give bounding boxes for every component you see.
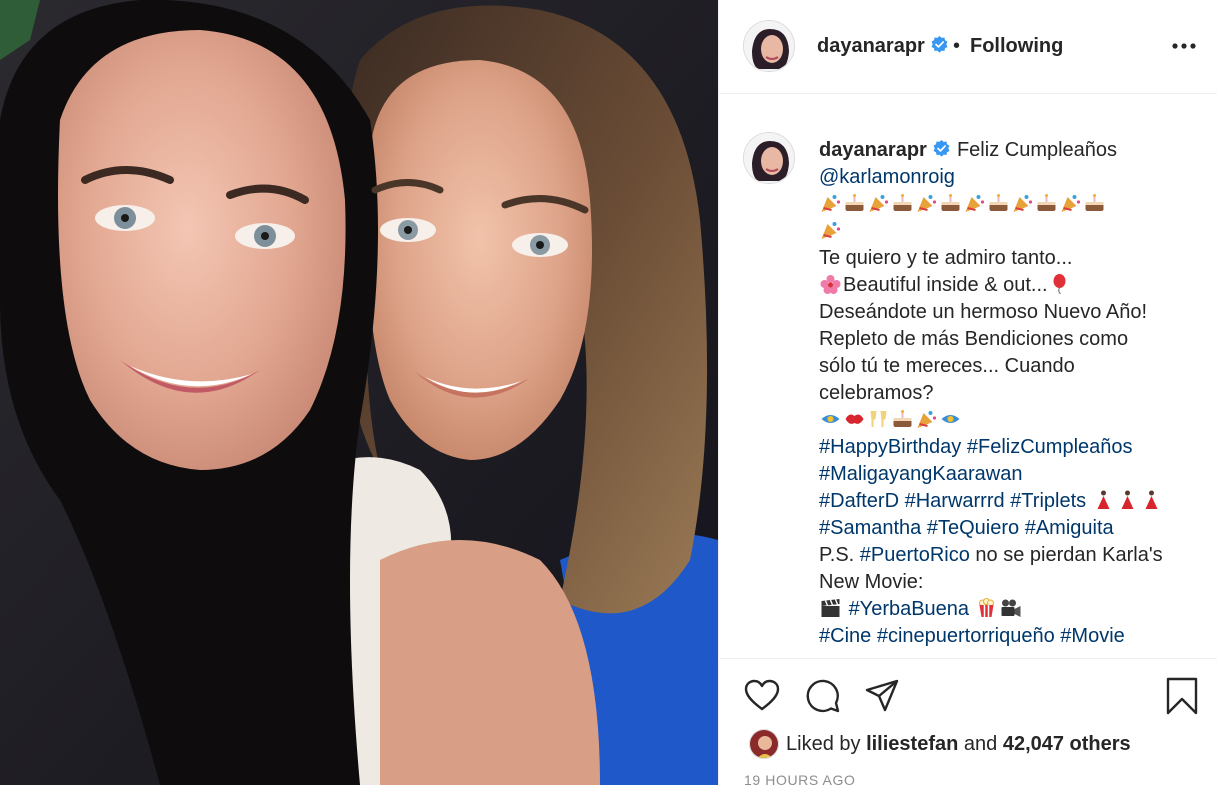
hibiscus-icon	[820, 275, 841, 294]
likes-others-count[interactable]: 42,047 others	[1003, 733, 1131, 755]
caption-line-movie: New Movie:	[819, 571, 924, 593]
dancer-icon	[1097, 490, 1110, 509]
likes-summary: Liked by liliestefan and 42,047 others	[786, 733, 1131, 756]
caption-line-new-year: Deseándote un hermoso Nuevo Año!	[819, 301, 1147, 323]
dancer-icon	[1145, 490, 1158, 509]
caption-line-admire: Te quiero y te admiro tanto...	[819, 247, 1073, 269]
birthday-cake-icon	[989, 194, 1008, 211]
party-popper-icon	[965, 195, 985, 212]
emoji-row-party-cake	[819, 193, 1107, 242]
confetti-ball-icon	[941, 415, 960, 423]
hashtag-tequiero[interactable]: #TeQuiero	[927, 517, 1019, 539]
hashtag-amiguita[interactable]: #Amiguita	[1025, 517, 1114, 539]
hashtag-happybirthday[interactable]: #HappyBirthday	[819, 436, 961, 458]
birthday-cake-icon	[941, 194, 960, 211]
caption-line-celebrate: celebramos?	[819, 382, 934, 404]
caption-area: dayanarapr Feliz Cumpleaños @karlamonroi…	[719, 95, 1217, 657]
caption-line-blessings: Repleto de más Bendiciones como	[819, 328, 1129, 350]
caption-author-avatar[interactable]	[743, 132, 795, 184]
balloon-icon	[1053, 274, 1066, 294]
caption-line-beautiful: Beautiful inside & out...	[843, 274, 1048, 296]
party-popper-icon	[821, 195, 841, 212]
header-separator-dot: •	[953, 35, 961, 57]
birthday-cake-icon	[845, 194, 864, 211]
confetti-ball-icon	[821, 415, 840, 423]
liker-username[interactable]: liliestefan	[866, 733, 958, 755]
party-popper-icon	[917, 195, 937, 212]
selfie-photo-image	[0, 0, 718, 785]
hashtag-harwarrrd[interactable]: #Harwarrrd	[905, 490, 1005, 512]
hashtag-cine[interactable]: #Cine	[819, 625, 871, 647]
party-popper-icon	[1061, 195, 1081, 212]
birthday-cake-icon	[893, 410, 912, 427]
likes-joiner: and	[963, 733, 998, 755]
paper-plane-icon[interactable]	[864, 678, 900, 714]
clinking-glasses-icon	[870, 411, 887, 427]
caption-text: dayanarapr Feliz Cumpleaños @karlamonroi…	[819, 137, 1199, 650]
bookmark-icon[interactable]	[1165, 677, 1199, 715]
verified-badge-icon	[931, 35, 948, 53]
verified-badge-icon	[933, 139, 950, 157]
likes-prefix: Liked by	[786, 733, 861, 755]
kiss-mark-icon	[845, 414, 864, 424]
birthday-cake-icon	[1037, 194, 1056, 211]
party-popper-icon	[917, 411, 937, 428]
birthday-cake-icon	[1085, 194, 1104, 211]
author-username[interactable]: dayanarapr	[817, 35, 949, 58]
party-popper-icon	[821, 222, 841, 239]
comment-icon[interactable]	[805, 678, 841, 714]
hashtag-triplets[interactable]: #Triplets	[1010, 490, 1086, 512]
hashtag-samantha[interactable]: #Samantha	[819, 517, 921, 539]
hashtag-cinepuertorriqueno[interactable]: #cinepuertorriqueño	[877, 625, 1055, 647]
emoji-row-celebration	[819, 409, 963, 431]
hashtag-felizcumpleanos[interactable]: #FelizCumpleaños	[967, 436, 1133, 458]
birthday-cake-icon	[893, 194, 912, 211]
caption-ps-rest: no se pierdan Karla's	[975, 544, 1163, 566]
post-timestamp[interactable]: 19 HOURS AGO	[744, 772, 855, 785]
caption-line-deserve: sólo tú te mereces... Cuando	[819, 355, 1075, 377]
party-popper-icon	[1013, 195, 1033, 212]
following-button[interactable]: Following	[970, 35, 1063, 58]
mention-link[interactable]: @karlamonroig	[819, 166, 955, 188]
more-horizontal-icon[interactable]	[1171, 38, 1197, 54]
caption-username[interactable]: dayanarapr	[819, 139, 951, 161]
dancer-icon	[1121, 490, 1134, 509]
heart-icon[interactable]	[744, 678, 780, 714]
post-header: dayanarapr • Following	[719, 0, 1217, 94]
hashtag-puertorico[interactable]: #PuertoRico	[860, 544, 970, 566]
party-popper-icon	[869, 195, 889, 212]
hashtag-yerbabuena[interactable]: #YerbaBuena	[849, 598, 970, 620]
clapper-board-icon	[821, 599, 840, 617]
caption-greeting: Feliz Cumpleaños	[956, 139, 1118, 161]
hashtag-movie[interactable]: #Movie	[1060, 625, 1124, 647]
liker-avatar[interactable]	[749, 729, 779, 759]
caption-ps-prefix: P.S.	[819, 544, 855, 566]
hashtag-dafterd[interactable]: #DafterD	[819, 490, 899, 512]
post-details-panel: dayanarapr • Following dayanarapr Feliz …	[718, 0, 1217, 785]
hashtag-maligayangkaarawan[interactable]: #MaligayangKaarawan	[819, 463, 1022, 485]
author-avatar[interactable]	[743, 20, 795, 72]
post-photo[interactable]	[0, 0, 718, 785]
popcorn-icon	[978, 598, 994, 617]
movie-camera-icon	[1001, 599, 1021, 617]
post-actions: Liked by liliestefan and 42,047 others 1…	[719, 658, 1217, 785]
